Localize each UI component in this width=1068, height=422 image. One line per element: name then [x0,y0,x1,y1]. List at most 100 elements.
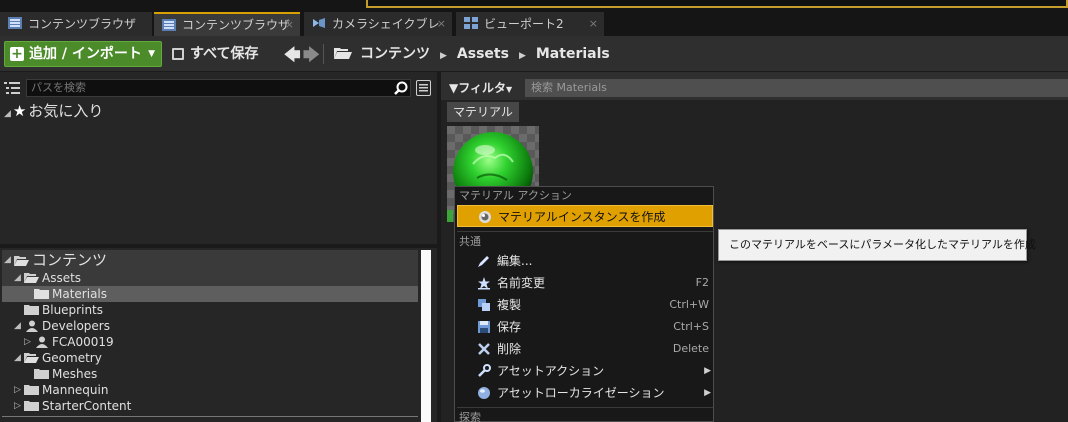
view-options-button[interactable] [416,80,431,96]
folder-icon [24,305,39,315]
save-all-button[interactable]: すべて保存 [170,41,258,67]
tree-item-label: Blueprints [42,303,104,317]
tree-item-meshes[interactable]: Meshes [2,366,418,382]
submenu-arrow-icon: ▶ [704,388,711,398]
breadcrumb: コンテンツ ▶ Assets ▶ Materials [334,41,610,67]
tree-scrollbar[interactable] [421,250,431,422]
tree-item-startercontent[interactable]: ▷ StarterContent [2,398,418,414]
menu-section-common: 共通 [459,235,481,248]
menu-item-shortcut: Delete [672,342,709,355]
plus-icon: + [10,46,24,62]
folder-tree: ◢ コンテンツ ◢ Assets Materials Blueprints ◢ … [0,250,418,422]
camera-shake-icon [313,18,325,28]
asset-type-color-bar [447,210,453,222]
tree-item-assets[interactable]: ◢ Assets [2,270,418,286]
edit-icon [478,256,489,267]
menu-section-material-actions: マテリアル アクション [459,189,572,202]
tab-content-browser-2[interactable]: コンテンツブラウザ × [154,12,300,36]
collapsed-triangle-icon[interactable]: ▷ [14,382,21,398]
collapsed-triangle-icon[interactable]: ▷ [24,334,31,350]
menu-item-label: 複製 [497,298,522,312]
menu-item-edit[interactable]: 編集... [457,250,713,272]
close-icon[interactable]: × [589,12,598,36]
content-browser-icon [162,19,176,31]
viewport-icon [464,17,478,29]
folder-open-icon [14,256,29,266]
menu-divider [457,407,713,408]
expand-triangle-icon[interactable]: ◢ [14,270,21,286]
menu-item-save[interactable]: 保存 Ctrl+S [457,316,713,338]
path-search-input[interactable]: パスを検索 [26,79,411,97]
menu-item-label: 編集... [497,254,533,268]
menu-item-shortcut: Ctrl+S [673,320,709,333]
favorites-label: お気に入り [28,102,104,120]
favorites-header[interactable]: ◢ ★ お気に入り [4,102,103,123]
content-browser-icon [8,17,22,29]
asset-search-input[interactable]: 検索 Materials [525,79,1068,97]
folder-icon [24,385,39,395]
breadcrumb-item[interactable]: コンテンツ [360,41,430,67]
tree-hidden-row-edge [2,416,418,422]
tree-item-fca00019[interactable]: ▷ FCA00019 [2,334,418,350]
chevron-down-icon: ▼ [148,49,155,59]
chevron-right-icon[interactable]: ▶ [519,43,526,69]
breadcrumb-item[interactable]: Materials [536,41,610,67]
menu-item-delete[interactable]: 削除 Delete [457,338,713,360]
menu-item-shortcut: Ctrl+W [669,298,709,311]
expand-triangle-icon[interactable]: ◢ [4,109,11,119]
tree-item-geometry[interactable]: ◢ Geometry [2,350,418,366]
folder-open-icon [24,353,39,363]
back-arrow-icon[interactable]: 🡄 [284,44,301,71]
forward-arrow-icon[interactable]: 🡆 [303,44,320,71]
duplicate-icon [478,299,490,311]
tab-camera-shake[interactable]: カメラシェイクブレ × [304,12,452,36]
tab-content-browser-1[interactable]: コンテンツブラウザ [0,12,152,36]
menu-item-label: 名前変更 [497,276,546,290]
add-import-label: 追加 / インポート [29,46,142,62]
tab-viewport-2[interactable]: ビューポート2 × [456,12,604,36]
tab-bar: コンテンツブラウザ コンテンツブラウザ × カメラシェイクブレ × ビューポート… [0,0,1068,36]
menu-item-asset-actions[interactable]: アセットアクション ▶ [457,360,713,382]
chevron-right-icon[interactable]: ▶ [440,43,447,69]
menu-divider [457,231,713,232]
collapsed-triangle-icon[interactable]: ▷ [14,398,21,414]
close-icon[interactable]: × [437,12,446,36]
save-icon [478,321,490,333]
tree-item-blueprints[interactable]: Blueprints [2,302,418,318]
filter-button[interactable]: ▼フィルタ▼ [449,79,512,96]
tree-item-label: コンテンツ [32,251,108,269]
folder-icon [34,369,49,379]
menu-item-label: 保存 [497,320,522,334]
tab-label: ビューポート2 [484,17,564,31]
breadcrumb-item[interactable]: Assets [457,41,509,67]
panel-divider[interactable] [0,244,437,248]
filter-label: フィルタ [458,81,506,95]
close-icon[interactable]: × [285,14,294,36]
menu-item-asset-localization[interactable]: アセットローカライゼーション ▶ [457,382,713,404]
expand-triangle-icon[interactable]: ◢ [4,250,11,270]
tab-label: カメラシェイクブレ [332,17,440,31]
search-icon[interactable] [394,81,408,95]
menu-item-rename[interactable]: 名前変更 F2 [457,272,713,294]
menu-item-shortcut: F2 [695,276,709,289]
tree-item-developers[interactable]: ◢ Developers [2,318,418,334]
tree-item-label: Geometry [42,351,102,365]
toolbar-divider [323,44,324,64]
tree-item-materials[interactable]: Materials [2,286,418,302]
filter-icon: ▼ [449,81,459,95]
menu-item-label: アセットローカライゼーション [497,386,665,400]
expand-triangle-icon[interactable]: ◢ [14,318,21,334]
folder-icon [24,401,39,411]
add-import-button[interactable]: + 追加 / インポート ▼ [4,41,162,67]
user-icon [26,320,38,332]
tree-item-content[interactable]: ◢ コンテンツ [2,250,418,270]
tree-item-label: Materials [52,287,108,301]
menu-item-duplicate[interactable]: 複製 Ctrl+W [457,294,713,316]
expand-triangle-icon[interactable]: ◢ [14,350,21,366]
save-all-label: すべて保存 [190,46,259,62]
tree-item-mannequin[interactable]: ▷ Mannequin [2,382,418,398]
menu-item-create-material-instance[interactable]: マテリアルインスタンスを作成 [457,205,713,227]
tree-item-label: Meshes [52,367,98,381]
list-toggle-icon[interactable] [4,81,20,95]
tab-label: コンテンツブラウザ [28,17,137,31]
